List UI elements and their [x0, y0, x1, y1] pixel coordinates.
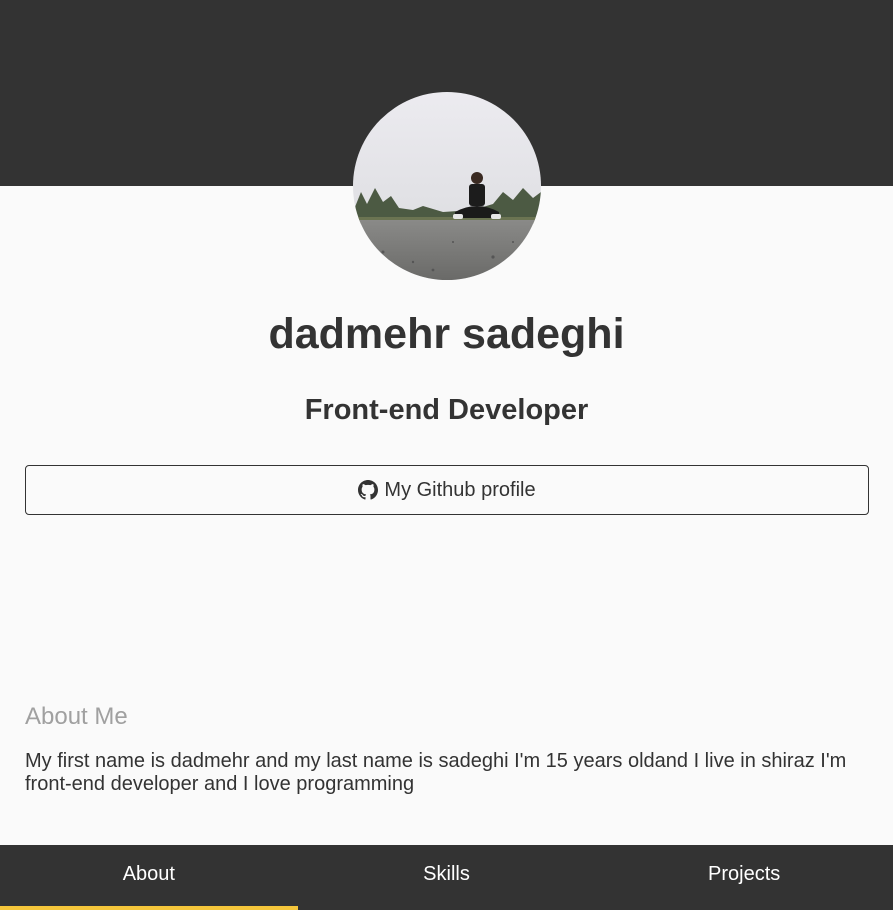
about-text: My first name is dadmehr and my last nam… — [25, 750, 847, 795]
tab-skills[interactable]: Skills — [298, 845, 596, 910]
profile-photo — [353, 92, 541, 280]
bottom-nav: About Skills Projects — [0, 845, 893, 910]
tab-projects-label: Projects — [708, 863, 781, 885]
tab-projects[interactable]: Projects — [595, 845, 893, 910]
profile-role: Front-end Developer — [304, 394, 589, 426]
profile-name: dadmehr sadeghi — [268, 310, 625, 358]
tab-about[interactable]: About — [0, 845, 298, 910]
about-title: About Me — [25, 703, 128, 730]
tab-skills-label: Skills — [423, 863, 470, 885]
tab-about-label: About — [122, 863, 175, 885]
github-button-label: My Github profile — [384, 478, 536, 501]
github-icon — [358, 480, 379, 500]
profile-avatar — [353, 92, 541, 280]
github-profile-button[interactable]: My Github profile — [25, 465, 869, 515]
